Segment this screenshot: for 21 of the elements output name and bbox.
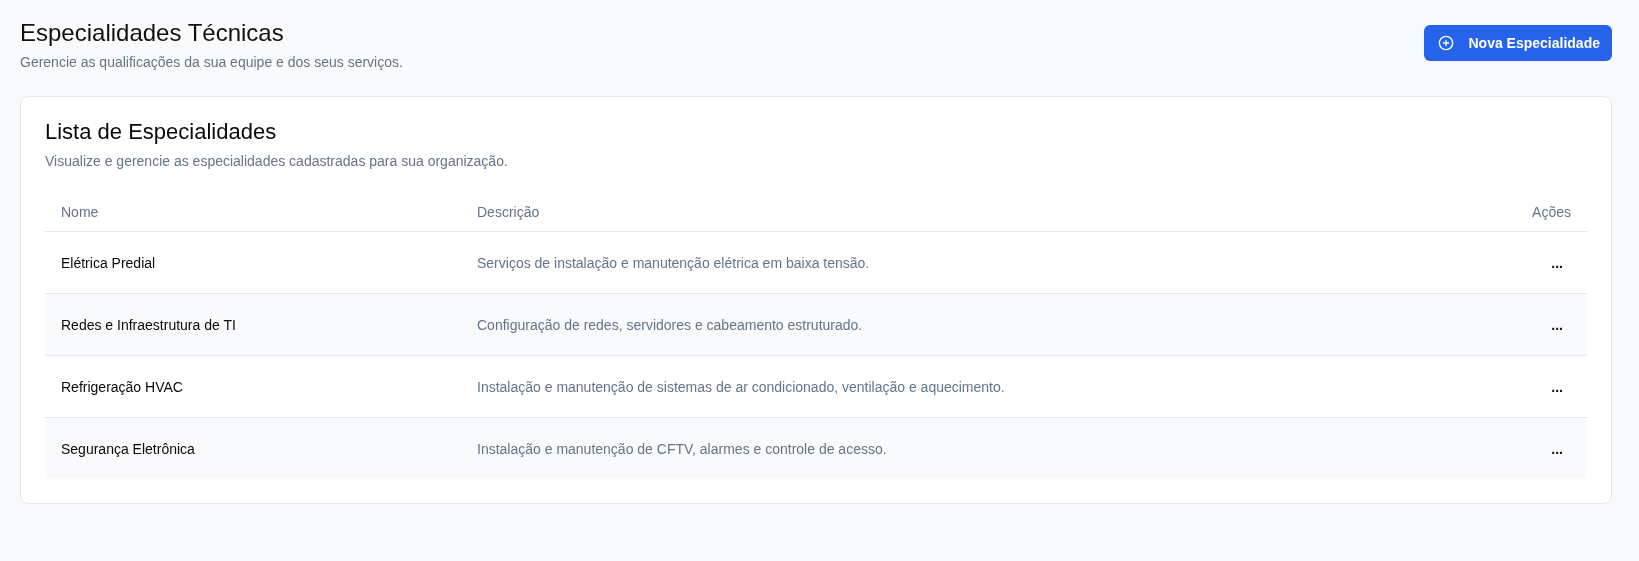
- description-cell-text: Serviços de instalação e manutenção elétrica em baixa tensão.: [477, 254, 871, 271]
- more-actions-button[interactable]: ...: [1547, 315, 1567, 334]
- description-cell-text: Configuração de redes, servidores e cabeamento estruturado.: [477, 316, 864, 333]
- column-header: Nome: [61, 204, 100, 220]
- plus-circle-icon: [1438, 35, 1455, 51]
- name-cell-text: Refrigeração HVAC: [61, 378, 184, 395]
- name-cell-text: Elétrica Predial: [61, 254, 157, 271]
- name-cell-text: Segurança Eletrônica: [61, 440, 196, 457]
- description-cell-text: Instalação e manutenção de CFTV, alarmes e controle de acesso.: [477, 440, 888, 457]
- column-header: Ações: [1531, 204, 1571, 220]
- description-cell-text: Instalação e manutenção de sistemas de ar condicionado, ventilação e aquecimento.: [477, 378, 1006, 395]
- column-header: Descrição: [477, 204, 541, 220]
- page-subtitle: Gerencie as qualificações da sua equipe e dos seus serviços.: [20, 54, 403, 70]
- more-actions-button[interactable]: ...: [1547, 253, 1567, 272]
- new-specialty-button[interactable]: Nova Especialidade: [1424, 25, 1612, 61]
- name-cell-text: Redes e Infraestrutura de TI: [61, 316, 237, 333]
- card-subtitle: Visualize e gerencie as especialidades cadastradas para sua organização.: [45, 153, 509, 169]
- card-title: Lista de Especialidades: [45, 119, 278, 145]
- more-actions-button[interactable]: ...: [1547, 439, 1567, 458]
- more-actions-button[interactable]: ...: [1547, 377, 1567, 396]
- page-title: Especialidades Técnicas: [20, 18, 285, 48]
